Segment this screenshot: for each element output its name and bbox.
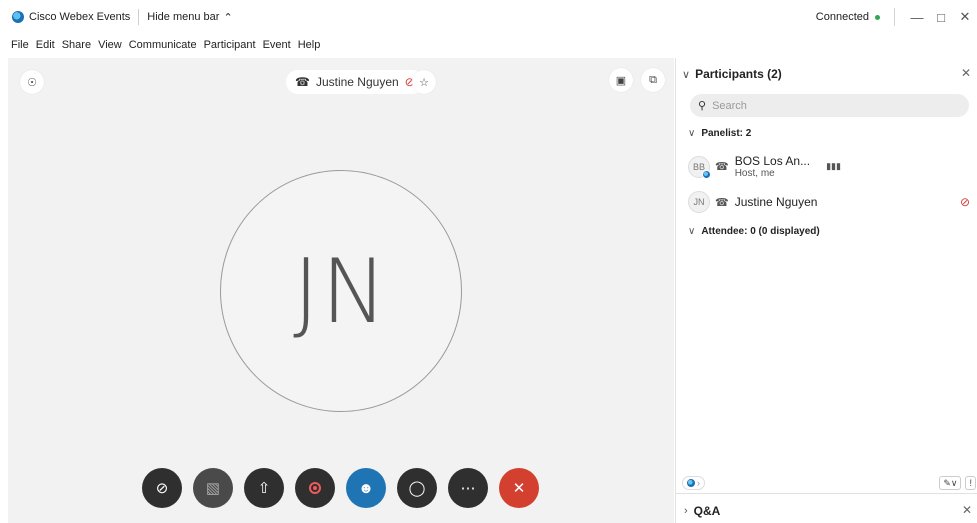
qa-title: Q&A: [693, 503, 721, 518]
video-stage: ☉ ☎ Justine Nguyen ⊘ ☆ ▣ ⧉ JN ⊘ ▧ ⇧ ☻ ◯: [8, 58, 674, 523]
menu-communicate[interactable]: Communicate: [129, 39, 197, 51]
panelist-group-label: Panelist: 2: [701, 128, 752, 139]
audio-level-icon: ▮▮▮: [826, 161, 841, 171]
search-input[interactable]: [712, 99, 953, 112]
speaker-avatar: JN: [220, 170, 462, 412]
connected-dot-icon: [875, 14, 880, 20]
menu-share[interactable]: Share: [62, 39, 91, 51]
menu-participant[interactable]: Participant: [204, 39, 256, 51]
attendee-group-label: Attendee: 0 (0 displayed): [701, 226, 820, 237]
menu-view[interactable]: View: [98, 39, 122, 51]
chevron-down-icon: ∨: [688, 128, 696, 139]
picture-in-picture-icon: ▣: [615, 74, 627, 87]
record-button[interactable]: [295, 468, 335, 508]
webex-logo-icon: [687, 478, 695, 487]
record-icon: [309, 482, 321, 494]
title-divider: [138, 9, 140, 25]
participants-header[interactable]: ∨ Participants (2) ✕: [676, 58, 977, 90]
close-icon: ✕: [512, 480, 526, 497]
panelist-group-header[interactable]: ∨ Panelist: 2: [688, 128, 751, 139]
menu-help[interactable]: Help: [298, 39, 321, 51]
meeting-info-button[interactable]: ☉: [20, 70, 44, 94]
chevron-up-icon: ⌃: [223, 11, 233, 24]
more-options-button[interactable]: ⋯: [448, 468, 488, 508]
phone-icon: ☎: [295, 75, 310, 89]
phone-icon: ☎: [715, 196, 729, 209]
picture-in-picture-button[interactable]: ▣: [609, 68, 633, 92]
layout-icon: ⧉: [649, 73, 657, 86]
pin-icon: ☆: [419, 76, 429, 89]
participant-search: ⚲: [690, 94, 969, 117]
connection-status: Connected: [816, 11, 880, 23]
hide-menu-bar-label: Hide menu bar: [147, 11, 220, 23]
chevron-right-icon: ›: [684, 504, 688, 517]
speaker-avatar-initials: JN: [293, 239, 389, 343]
chevron-down-icon: ∨: [682, 68, 691, 81]
more-icon: ⋯: [460, 480, 476, 497]
microphone-slash-icon: ⊘: [155, 480, 169, 497]
chat-button[interactable]: ◯: [397, 468, 437, 508]
participants-panel: ∨ Participants (2) ✕ ⚲ ∨ Panelist: 2 BB …: [675, 58, 977, 523]
share-button[interactable]: ⇧: [244, 468, 284, 508]
video-off-icon: ▧: [205, 480, 221, 497]
share-icon: ⇧: [257, 480, 271, 497]
participant-name: BOS Los An...: [734, 154, 811, 168]
more-footer-button[interactable]: !: [965, 476, 976, 490]
title-bar: Cisco Webex Events Hide menu bar ⌃ Conne…: [0, 0, 977, 34]
hide-menu-bar-button[interactable]: Hide menu bar ⌃: [147, 11, 232, 24]
arrow-right-icon: ›: [697, 477, 700, 488]
participants-icon: ☻: [358, 479, 374, 497]
participants-title: Participants (2): [695, 67, 782, 81]
start-video-button[interactable]: ▧: [193, 468, 233, 508]
close-qa-button[interactable]: ✕: [962, 503, 972, 517]
layout-button[interactable]: ⧉: [641, 68, 665, 92]
active-speaker-pill: ☎ Justine Nguyen ⊘: [286, 70, 424, 94]
participant-row[interactable]: JN ☎ Justine Nguyen ⊘: [688, 191, 974, 213]
webex-logo-icon: [12, 11, 24, 23]
qa-panel-header[interactable]: › Q&A ✕: [676, 498, 977, 523]
participant-role: Host, me: [734, 168, 775, 179]
participant-name: Justine Nguyen: [734, 195, 818, 209]
webex-share-button[interactable]: ›: [682, 475, 705, 490]
window-controls-divider: [894, 8, 895, 26]
webex-status-icon: [702, 169, 711, 179]
connection-status-label: Connected: [815, 11, 869, 23]
attendee-group-header[interactable]: ∨ Attendee: 0 (0 displayed): [688, 226, 820, 237]
participant-text: BOS Los An... Host, me: [735, 154, 810, 179]
chat-icon: ◯: [408, 480, 426, 497]
menu-event[interactable]: Event: [263, 39, 291, 51]
maximize-button[interactable]: □: [929, 5, 953, 29]
avatar-initials: JN: [693, 197, 705, 207]
panel-footer: › ✎∨ !: [676, 472, 977, 494]
active-speaker-name: Justine Nguyen: [315, 75, 399, 89]
end-meeting-button[interactable]: ✕: [499, 468, 539, 508]
mute-button[interactable]: ⊘: [142, 468, 182, 508]
chevron-down-icon: ∨: [688, 226, 696, 237]
muted-mic-icon: ⊘: [959, 195, 970, 209]
info-icon: ☉: [27, 76, 37, 89]
meeting-controls: ⊘ ▧ ⇧ ☻ ◯ ⋯ ✕: [142, 468, 539, 508]
footer-tools: ✎∨ !: [939, 476, 976, 490]
minimize-button[interactable]: —: [905, 5, 929, 29]
close-participants-button[interactable]: ✕: [961, 66, 971, 80]
participants-button[interactable]: ☻: [346, 468, 386, 508]
avatar: BB: [688, 155, 711, 179]
pin-button[interactable]: ☆: [412, 70, 436, 94]
app-title: Cisco Webex Events: [29, 11, 131, 23]
phone-icon: ☎: [715, 161, 729, 173]
close-window-button[interactable]: ✕: [953, 5, 977, 29]
avatar: JN: [688, 191, 710, 213]
search-icon: ⚲: [698, 100, 707, 112]
menu-bar: File Edit Share View Communicate Partici…: [0, 34, 977, 56]
menu-edit[interactable]: Edit: [36, 39, 55, 51]
raise-hand-button[interactable]: ✎∨: [939, 476, 962, 490]
menu-file[interactable]: File: [11, 39, 29, 51]
participant-row[interactable]: BB ☎ BOS Los An... Host, me ▮▮▮: [688, 154, 974, 179]
